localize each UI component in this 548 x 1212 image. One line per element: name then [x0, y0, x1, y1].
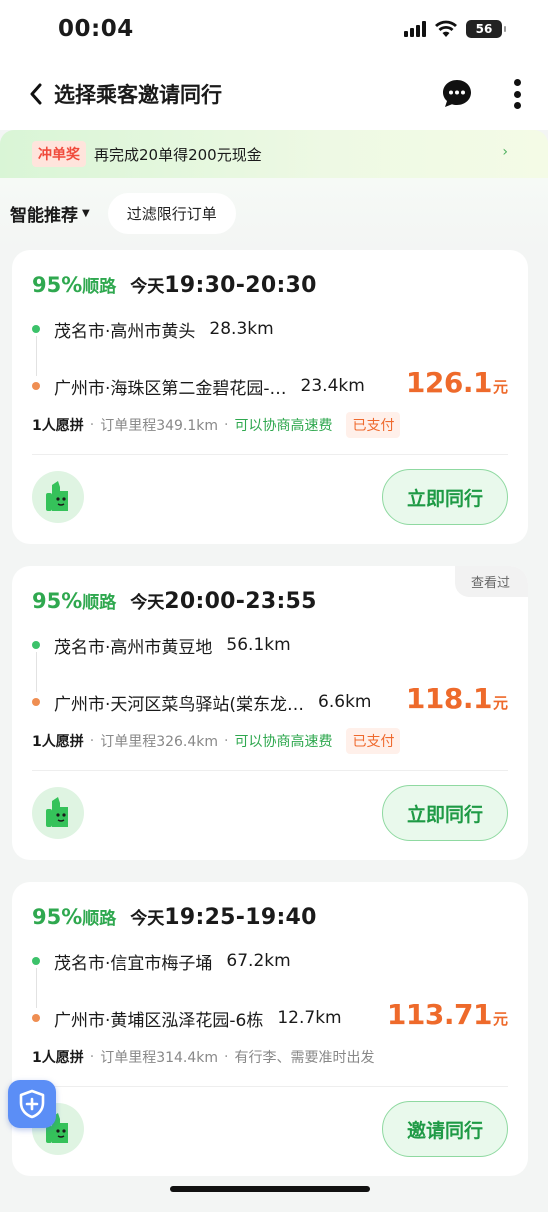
card-header: 95%顺路 今天20:00-23:55: [32, 588, 508, 614]
order-tags: 1人愿拼 · 订单里程314.4km · 有行李、需要准时出发: [32, 1049, 375, 1066]
pickup-stop: 茂名市·高州市黄头 28.3km: [32, 308, 508, 350]
caret-down-icon: ▼: [82, 207, 90, 219]
filter-restricted-chip[interactable]: 过滤限行订单: [107, 192, 236, 234]
dropoff-stop: 广州市·海珠区第二金碧花园-… 23.4km 126.1 元: [32, 364, 508, 408]
dropoff-stop: 广州市·天河区菜鸟驿站(棠东龙… 6.6km 118.1 元: [32, 680, 508, 724]
page-title: 选择乘客邀请同行: [54, 83, 222, 107]
order-card[interactable]: 查看过 95%顺路 今天20:00-23:55 茂名市·高州市黄豆地 56.1k…: [12, 566, 528, 860]
note-tag: 可以协商高速费: [234, 734, 333, 750]
pickup-dot-icon: [32, 325, 40, 333]
order-card[interactable]: 95%顺路 今天19:30-20:30 茂名市·高州市黄头 28.3km 广州市…: [12, 250, 528, 544]
mileage-tag: 订单里程349.1km: [100, 418, 219, 434]
order-list: 95%顺路 今天19:30-20:30 茂名市·高州市黄头 28.3km 广州市…: [0, 248, 548, 1176]
departure-time: 今天19:25-19:40: [130, 905, 317, 930]
card-footer: 邀请同行: [32, 1087, 508, 1171]
pickup-place: 茂名市·信宜市梅子埇: [54, 953, 213, 974]
seen-badge: 查看过: [454, 566, 528, 597]
seat-tag: 1人愿拼: [32, 1050, 84, 1066]
thumbs-up-icon: [46, 481, 68, 511]
invite-ride-button[interactable]: 邀请同行: [382, 1101, 508, 1157]
price: 113.71 元: [386, 998, 508, 1031]
pickup-distance: 28.3km: [209, 319, 274, 339]
price: 126.1 元: [405, 366, 508, 399]
dropoff-place: 广州市·海珠区第二金碧花园-…: [54, 378, 287, 399]
paid-badge: 已支付: [346, 412, 401, 438]
filter-row: 智能推荐 ▼ 过滤限行订单: [0, 178, 548, 248]
status-bar: 00:04 56: [0, 0, 548, 58]
match-rate: 95%顺路: [32, 273, 117, 297]
card-footer: 立即同行: [32, 771, 508, 855]
dropoff-dot-icon: [32, 698, 40, 706]
paid-badge: 已支付: [346, 728, 401, 754]
accept-ride-button[interactable]: 立即同行: [382, 785, 508, 841]
pickup-distance: 67.2km: [226, 951, 291, 971]
cellular-signal-icon: [404, 21, 426, 37]
nav-actions: [440, 58, 522, 130]
order-tags: 1人愿拼 · 订单里程326.4km · 可以协商高速费 已支付: [32, 724, 508, 758]
wifi-icon: [435, 20, 457, 37]
dropoff-distance: 12.7km: [277, 1008, 342, 1028]
pickup-stop: 茂名市·信宜市梅子埇 67.2km: [32, 940, 508, 982]
route-line: [36, 652, 37, 692]
note-tag: 有行李、需要准时出发: [234, 1050, 375, 1066]
note-tag: 可以协商高速费: [234, 418, 333, 434]
sort-label: 智能推荐: [10, 205, 78, 226]
status-time: 00:04: [58, 16, 134, 42]
safety-shield-button[interactable]: [8, 1080, 56, 1128]
card-footer: 立即同行: [32, 455, 508, 539]
status-icons: 56: [404, 20, 506, 38]
battery-level: 56: [475, 22, 493, 36]
card-header: 95%顺路 今天19:25-19:40: [32, 904, 508, 930]
route: 茂名市·高州市黄头 28.3km 广州市·海珠区第二金碧花园-… 23.4km …: [32, 308, 508, 408]
avatar: [32, 787, 84, 839]
pickup-place: 茂名市·高州市黄头: [54, 321, 196, 342]
back-icon[interactable]: [22, 80, 50, 108]
mileage-tag: 订单里程326.4km: [100, 734, 219, 750]
sort-dropdown[interactable]: 智能推荐 ▼: [10, 201, 90, 226]
card-header: 95%顺路 今天19:30-20:30: [32, 272, 508, 298]
avatar: [32, 471, 84, 523]
pickup-dot-icon: [32, 641, 40, 649]
navbar: 选择乘客邀请同行: [0, 58, 548, 130]
dropoff-stop: 广州市·黄埔区泓泽花园-6栋 12.7km 113.71 元: [32, 996, 508, 1040]
order-tags: 1人愿拼 · 订单里程349.1km · 可以协商高速费 已支付: [32, 408, 508, 442]
pickup-dot-icon: [32, 957, 40, 965]
seat-tag: 1人愿拼: [32, 418, 84, 434]
dropoff-dot-icon: [32, 1014, 40, 1022]
mileage-tag: 订单里程314.4km: [100, 1050, 219, 1066]
pickup-place: 茂名市·高州市黄豆地: [54, 637, 213, 658]
order-card[interactable]: 95%顺路 今天19:25-19:40 茂名市·信宜市梅子埇 67.2km 广州…: [12, 882, 528, 1176]
reward-tag: 冲单奖: [32, 141, 86, 167]
dropoff-place: 广州市·黄埔区泓泽花园-6栋: [54, 1010, 264, 1031]
more-options-icon[interactable]: [512, 77, 522, 111]
route-line: [36, 336, 37, 376]
home-indicator: [170, 1186, 370, 1192]
dropoff-distance: 6.6km: [318, 692, 372, 712]
route: 茂名市·高州市黄豆地 56.1km 广州市·天河区菜鸟驿站(棠东龙… 6.6km…: [32, 624, 508, 724]
battery-icon: 56: [466, 20, 506, 38]
route: 茂名市·信宜市梅子埇 67.2km 广州市·黄埔区泓泽花园-6栋 12.7km …: [32, 940, 508, 1040]
thumbs-up-icon: [46, 797, 68, 827]
dropoff-dot-icon: [32, 382, 40, 390]
reward-banner[interactable]: 冲单奖 再完成20单得200元现金 ›: [0, 130, 548, 178]
chevron-right-icon: ›: [502, 144, 508, 160]
pickup-stop: 茂名市·高州市黄豆地 56.1km: [32, 624, 508, 666]
route-line: [36, 968, 37, 1008]
price: 118.1 元: [405, 682, 508, 715]
departure-time: 今天19:30-20:30: [130, 273, 317, 298]
match-rate: 95%顺路: [32, 905, 117, 929]
dropoff-distance: 23.4km: [300, 376, 365, 396]
departure-time: 今天20:00-23:55: [130, 589, 317, 614]
message-icon[interactable]: [440, 77, 474, 111]
dropoff-place: 广州市·天河区菜鸟驿站(棠东龙…: [54, 694, 305, 715]
match-rate: 95%顺路: [32, 589, 117, 613]
accept-ride-button[interactable]: 立即同行: [382, 469, 508, 525]
pickup-distance: 56.1km: [226, 635, 291, 655]
seat-tag: 1人愿拼: [32, 734, 84, 750]
shield-plus-icon: [19, 1089, 45, 1119]
reward-text: 再完成20单得200元现金: [94, 145, 262, 164]
